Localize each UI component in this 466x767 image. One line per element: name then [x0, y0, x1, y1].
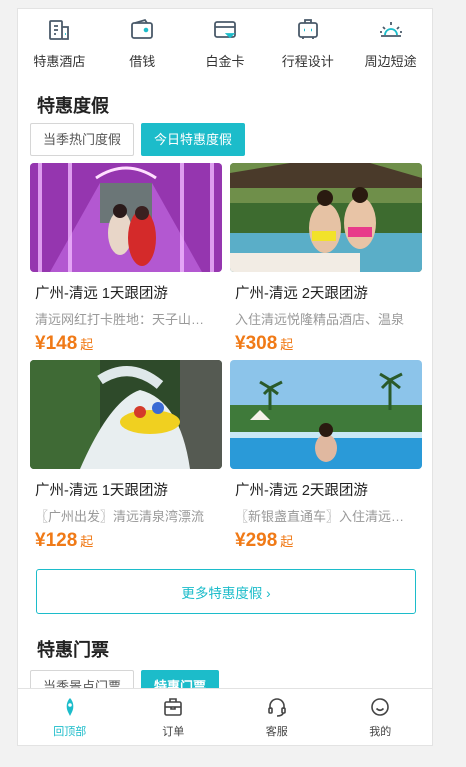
card-title: 广州-清远 2天跟团游 [235, 483, 368, 499]
bottom-nav-mine[interactable]: 我的 [329, 689, 433, 745]
itinerary-icon [297, 19, 318, 39]
smile-icon [371, 698, 390, 716]
nav-label-itinerary: 行程设计 [281, 54, 334, 69]
price-value: ¥298 [235, 530, 278, 551]
nav-item-platinum-card[interactable]: 白金卡 [184, 9, 267, 77]
price-suffix: 起 [280, 337, 294, 352]
bottom-nav-label: 订单 [162, 726, 185, 738]
product-card[interactable]: 广州-清远 1天跟团游 〖广州出发〗清远清泉湾漂流 ¥128 起 [30, 360, 222, 552]
product-card[interactable]: 广州-清远 2天跟团游 〖新银盏直通车〗入住清远温泉 ¥298 起 [230, 360, 422, 552]
rocket-icon [66, 698, 74, 716]
bottom-nav: 回顶部 订单 客服 我的 [18, 688, 432, 745]
nav-label-hotel: 特惠酒店 [33, 54, 86, 69]
product-card[interactable]: 广州-清远 2天跟团游 入住清远悦隆精品酒店、温泉 ¥308 起 [230, 163, 422, 355]
hot-spring-pool-photo [230, 163, 422, 272]
bottom-nav-back-to-top[interactable]: 回顶部 [18, 689, 122, 745]
card-description: 清远网红打卡胜地：天子山瀑布 [35, 312, 208, 327]
rafting-photo [30, 360, 222, 469]
card-title: 广州-清远 1天跟团游 [35, 286, 168, 302]
price-value: ¥148 [35, 333, 78, 354]
bottom-nav-label: 我的 [369, 726, 392, 738]
vacation-section-title: 特惠度假 [37, 96, 109, 116]
price-suffix: 起 [280, 534, 294, 549]
card-price: ¥308 起 [230, 333, 422, 355]
card-price: ¥128 起 [30, 530, 222, 552]
vacation-tabs: 当季热门度假 今日特惠度假 [30, 123, 246, 156]
nav-item-hotel[interactable]: 特惠酒店 [18, 9, 101, 77]
card-description: 入住清远悦隆精品酒店、温泉 [235, 312, 405, 327]
hotel-icon [49, 20, 70, 40]
bottom-nav-label: 客服 [265, 726, 288, 738]
price-value: ¥128 [35, 530, 78, 551]
card-price: ¥148 起 [30, 333, 222, 355]
nav-item-itinerary[interactable]: 行程设计 [266, 9, 349, 77]
price-value: ¥308 [235, 333, 278, 354]
neon-tunnel-photo [30, 163, 222, 272]
wallet-icon [131, 18, 154, 39]
top-nav: 特惠酒店 借钱 白金卡 行程设计 周边短途 [18, 9, 432, 77]
nav-label-nearby: 周边短途 [364, 54, 417, 69]
nav-item-nearby[interactable]: 周边短途 [349, 9, 432, 77]
product-card[interactable]: 广州-清远 1天跟团游 清远网红打卡胜地：天子山瀑布 ¥148 起 [30, 163, 222, 355]
sunrise-icon [379, 22, 402, 37]
headset-icon [267, 698, 286, 717]
nav-label-loan: 借钱 [129, 54, 156, 69]
card-title: 广州-清远 1天跟团游 [35, 483, 168, 499]
more-vacation-button[interactable]: 更多特惠度假 › [36, 569, 416, 614]
bottom-nav-label: 回顶部 [53, 726, 87, 738]
app-frame: 特惠酒店 借钱 白金卡 行程设计 周边短途 特惠度假 当季热门度假 今日特惠度假… [17, 8, 433, 746]
card-description: 〖新银盏直通车〗入住清远温泉 [235, 509, 408, 524]
nav-item-loan[interactable]: 借钱 [101, 9, 184, 77]
resort-pool-photo [230, 360, 422, 469]
card-icon [214, 21, 236, 39]
order-icon [164, 698, 183, 716]
price-suffix: 起 [80, 337, 94, 352]
card-price: ¥298 起 [230, 530, 422, 552]
bottom-nav-orders[interactable]: 订单 [122, 689, 226, 745]
vacation-grid: 广州-清远 1天跟团游 清远网红打卡胜地：天子山瀑布 ¥148 起 广州-清远 … [30, 163, 422, 552]
card-title: 广州-清远 2天跟团游 [235, 286, 368, 302]
bottom-nav-service[interactable]: 客服 [225, 689, 329, 745]
tab-seasonal-vacation[interactable]: 当季热门度假 [30, 123, 135, 156]
tickets-section-title: 特惠门票 [37, 640, 109, 660]
price-suffix: 起 [80, 534, 94, 549]
tab-today-deals[interactable]: 今日特惠度假 [141, 123, 246, 156]
nav-label-platinum-card: 白金卡 [205, 54, 245, 69]
card-description: 〖广州出发〗清远清泉湾漂流 [35, 509, 205, 524]
